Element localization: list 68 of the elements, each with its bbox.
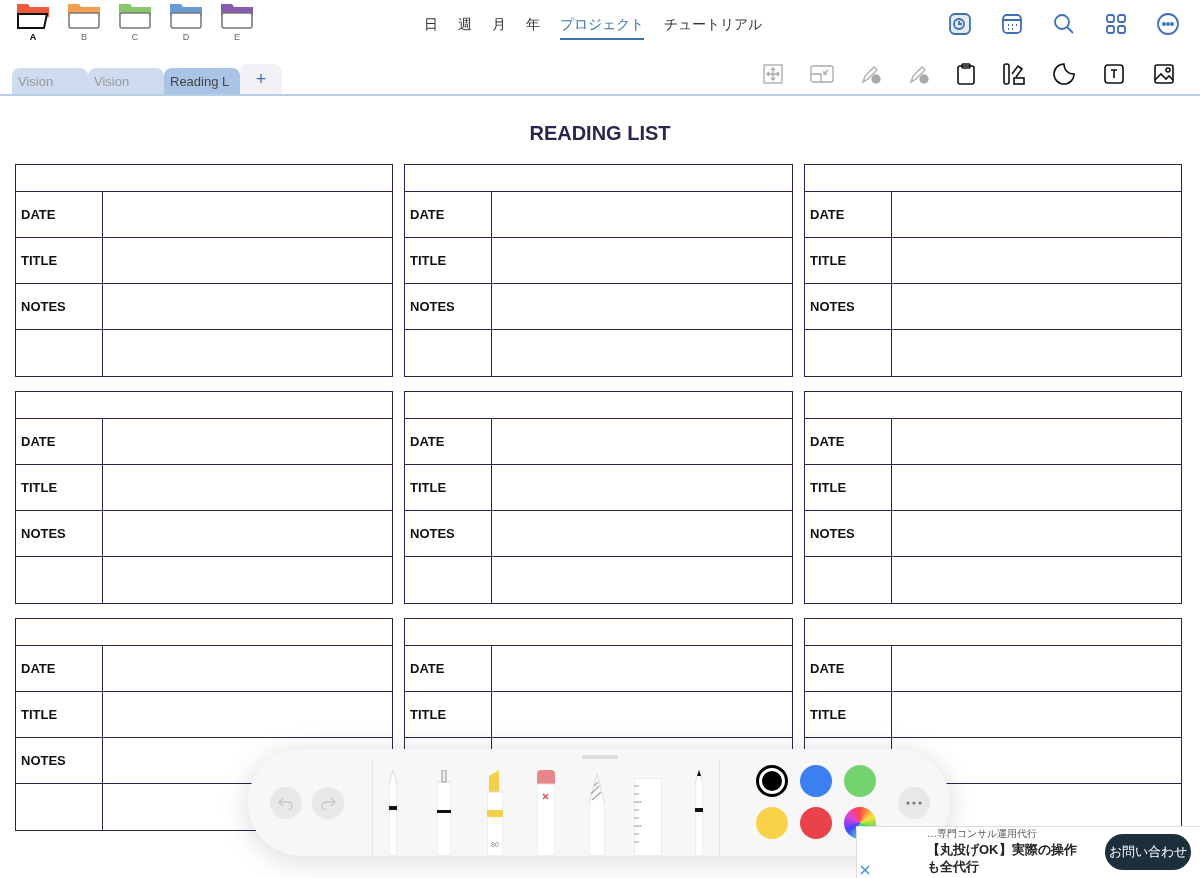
- field-label: TITLE: [810, 251, 847, 270]
- field-label: DATE: [21, 659, 56, 678]
- color-swatch[interactable]: [844, 765, 876, 797]
- field-label: NOTES: [21, 751, 66, 770]
- page-title: READING LIST: [529, 121, 671, 146]
- eraser-drawing[interactable]: [537, 770, 555, 856]
- shapes-icon[interactable]: [1002, 62, 1026, 86]
- text-box-icon[interactable]: [1102, 62, 1126, 86]
- field-label: NOTES: [21, 297, 66, 316]
- image-icon[interactable]: [1152, 62, 1176, 86]
- grid-icon[interactable]: [1104, 12, 1128, 36]
- field-label: DATE: [21, 205, 56, 224]
- field-label: DATE: [21, 432, 56, 451]
- color-swatch[interactable]: [756, 807, 788, 839]
- undo-icon: [278, 796, 294, 810]
- color-swatch[interactable]: [800, 765, 832, 797]
- pen-drawing[interactable]: [389, 770, 397, 856]
- more-icon: [906, 801, 922, 805]
- field-label: TITLE: [810, 705, 847, 724]
- nav-tab[interactable]: 週: [458, 14, 472, 40]
- fineliner-drawing[interactable]: [437, 770, 451, 856]
- field-label: DATE: [410, 432, 445, 451]
- add-tab-button[interactable]: +: [240, 64, 282, 94]
- ad-headline[interactable]: 【丸投げOK】実際の操作も全代行: [927, 841, 1087, 875]
- color-swatch[interactable]: [756, 765, 788, 797]
- contact-button[interactable]: お問い合わせ: [1105, 834, 1191, 870]
- resize-icon[interactable]: [810, 63, 834, 85]
- field-label: TITLE: [410, 478, 447, 497]
- color-swatch[interactable]: [800, 807, 832, 839]
- clock-icon[interactable]: [948, 12, 972, 36]
- clipboard-icon[interactable]: [956, 63, 976, 85]
- field-label: TITLE: [810, 478, 847, 497]
- field-label: NOTES: [810, 524, 855, 543]
- field-label: TITLE: [21, 478, 58, 497]
- field-label: TITLE: [21, 251, 58, 270]
- field-label: TITLE: [21, 705, 58, 724]
- pencil-drawing[interactable]: [695, 770, 703, 856]
- folder-button[interactable]: D: [169, 4, 203, 42]
- field-label: NOTES: [21, 524, 66, 543]
- field-label: DATE: [410, 659, 445, 678]
- field-label: NOTES: [410, 524, 455, 543]
- document-tab[interactable]: Reading L: [164, 68, 240, 94]
- folder-button[interactable]: B: [67, 4, 101, 42]
- nav-tab[interactable]: 年: [526, 14, 540, 40]
- folder-button[interactable]: C: [118, 4, 152, 42]
- calendar-icon[interactable]: [1000, 12, 1024, 36]
- field-label: NOTES: [410, 297, 455, 316]
- search-icon[interactable]: [1052, 12, 1076, 36]
- field-label: TITLE: [410, 251, 447, 270]
- field-label: DATE: [810, 432, 845, 451]
- nav-tab[interactable]: 日: [424, 14, 438, 40]
- field-label: TITLE: [410, 705, 447, 724]
- field-label: DATE: [810, 205, 845, 224]
- nav-tab[interactable]: チュートリアル: [664, 14, 762, 40]
- redo-icon: [320, 796, 336, 810]
- move-icon[interactable]: [762, 63, 784, 85]
- field-label: DATE: [410, 205, 445, 224]
- folder-button[interactable]: E: [220, 4, 254, 42]
- field-label: DATE: [810, 659, 845, 678]
- close-icon[interactable]: [860, 865, 870, 875]
- folder-button[interactable]: A: [16, 4, 50, 42]
- sticker-icon[interactable]: [1052, 62, 1076, 86]
- field-label: NOTES: [810, 297, 855, 316]
- nav-tab[interactable]: プロジェクト: [560, 14, 644, 40]
- ad-caption: …専門コンサル運用代行: [927, 828, 1037, 840]
- nav-tab[interactable]: 月: [492, 14, 506, 40]
- marker-drawing[interactable]: [487, 770, 503, 856]
- more-icon[interactable]: [1156, 12, 1180, 36]
